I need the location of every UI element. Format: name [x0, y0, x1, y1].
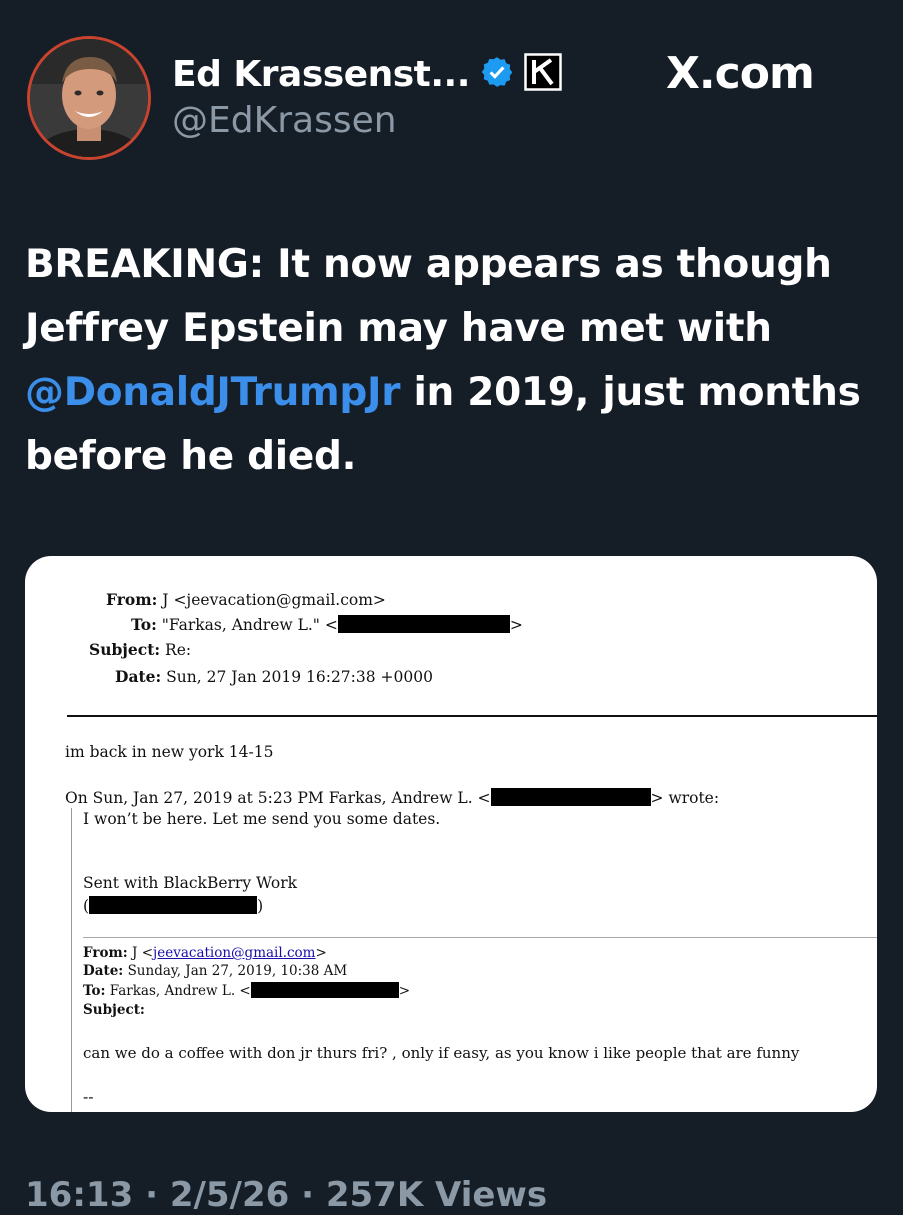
orig-body: can we do a coffee with don jr thurs fri… [83, 1044, 800, 1062]
orig-subject-line: Subject: [83, 1002, 145, 1018]
email-to-label: To: [131, 615, 157, 634]
email-subject-value: Re: [165, 641, 192, 659]
tweet-meta: 16:13 · 2/5/26 · 257K Views [25, 1175, 548, 1215]
email-date-value: Sun, 27 Jan 2019 16:27:38 +0000 [166, 668, 433, 686]
tweet-text: BREAKING: It now appears as though Jeffr… [25, 233, 885, 489]
reply-intro-line: On Sun, Jan 27, 2019 at 5:23 PM Farkas, … [65, 788, 719, 807]
avatar-portrait-icon [30, 39, 148, 157]
display-name[interactable]: Ed Krassenst... [172, 54, 470, 95]
site-logo: X.com [666, 48, 815, 99]
orig-date-line: Date: Sunday, Jan 27, 2019, 10:38 AM [83, 963, 347, 979]
orig-to-label: To: [83, 983, 106, 999]
orig-from-label: From: [83, 945, 128, 961]
redaction-bar [490, 788, 651, 806]
tweet-text-part1: BREAKING: It now appears as though Jeffr… [25, 242, 832, 351]
orig-date-value: Sunday, Jan 27, 2019, 10:38 AM [127, 963, 348, 979]
quote-divider [83, 937, 877, 938]
orig-from-line: From: J <jeevacation@gmail.com> [83, 945, 327, 961]
orig-subject-label: Subject: [83, 1002, 145, 1018]
email-from-line: From: J <jeevacation@gmail.com> [106, 590, 386, 609]
sent-with-line: Sent with BlackBerry Work [83, 874, 298, 892]
redaction-bar [250, 982, 399, 998]
trailing-dashes: -- [83, 1088, 94, 1106]
sent-with-redaction: () [83, 896, 264, 915]
email-to-line: To: "Farkas, Andrew L." < > [131, 615, 523, 634]
orig-from-close: > [315, 945, 327, 961]
author-name-row: Ed Krassenst... [172, 48, 562, 100]
reply-wrote: > wrote: [650, 789, 720, 807]
email-subject-label: Subject: [89, 640, 161, 659]
orig-from-email-link[interactable]: jeevacation@gmail.com [153, 945, 315, 961]
orig-to-value: Farkas, Andrew L. < [109, 983, 251, 999]
handle[interactable]: @EdKrassen [172, 100, 397, 141]
email-body-line: im back in new york 14-15 [65, 743, 274, 761]
quote-bar [71, 808, 72, 1112]
redaction-bar [89, 896, 258, 914]
email-subject-line: Subject: Re: [89, 640, 191, 659]
mention-link[interactable]: @DonaldJTrumpJr [25, 370, 400, 415]
reply-body: I won’t be here. Let me send you some da… [83, 810, 441, 828]
email-to-value: "Farkas, Andrew L." < [161, 616, 338, 634]
orig-to-line: To: Farkas, Andrew L. < > [83, 982, 411, 999]
header-divider [67, 715, 877, 717]
email-date-line: Date: Sun, 27 Jan 2019 16:27:38 +0000 [115, 667, 433, 686]
avatar[interactable] [27, 36, 151, 160]
orig-date-label: Date: [83, 963, 124, 979]
tweet-media-image[interactable]: From: J <jeevacation@gmail.com> To: "Far… [25, 556, 877, 1112]
email-from-label: From: [106, 590, 158, 609]
k-affiliate-badge-icon [524, 53, 562, 95]
verified-badge-icon [480, 55, 514, 93]
reply-intro: On Sun, Jan 27, 2019 at 5:23 PM Farkas, … [65, 789, 491, 807]
email-date-label: Date: [115, 667, 162, 686]
orig-from-name: J < [132, 945, 154, 961]
redaction-bar [337, 615, 510, 633]
email-from-value: J <jeevacation@gmail.com> [162, 591, 386, 609]
